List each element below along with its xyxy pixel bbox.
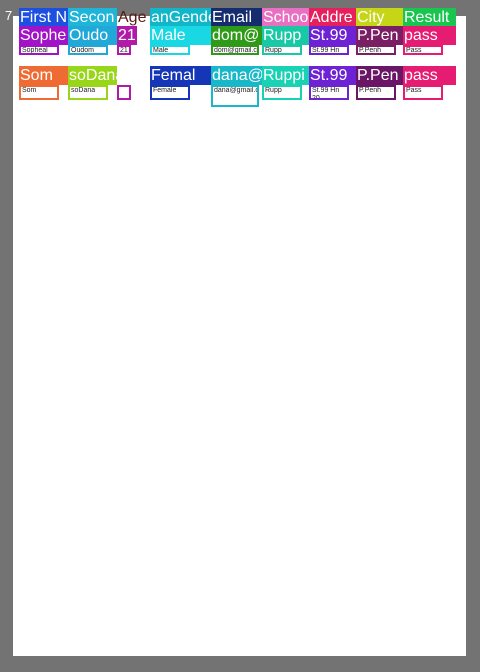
cell-school-value: Rupp (262, 85, 302, 100)
header-first_name: First N (19, 8, 68, 27)
header-address: Addre (309, 8, 356, 27)
header-gender: anGende (150, 8, 211, 27)
header-school: Schoo (262, 8, 309, 27)
cell-address-label: St.99 (309, 26, 356, 45)
cell-gender-value: Male (150, 45, 190, 55)
cell-email-value: dom@gmail.c (211, 45, 259, 55)
cell-result-value: Pass (403, 85, 443, 100)
cell-city-value: P.Penh (356, 45, 396, 55)
cell-school-label: Ruppi (262, 66, 309, 85)
cell-result-value: Pass (403, 45, 443, 55)
header-email: Email (211, 8, 262, 27)
cell-first_name-value: Som (19, 85, 59, 100)
cell-email-label: dom@ (211, 26, 262, 45)
cell-first_name-label: Sophe (19, 26, 68, 45)
header-result: Result (403, 8, 456, 27)
cell-result-label: pass (403, 26, 456, 45)
cell-email-value: dana@gmail.com (211, 85, 259, 107)
corner-label: 7 (5, 8, 13, 23)
cell-address-value: St.99 Hn 20 (309, 85, 349, 100)
cell-school-value: Rupp (262, 45, 302, 55)
cell-gender-label: Male (150, 26, 211, 45)
cell-result-label: pass (403, 66, 456, 85)
cell-email-label: dana@ (211, 66, 262, 85)
cell-age-value: 21 (117, 45, 131, 55)
cell-first_name-label: Som (19, 66, 68, 85)
cell-city-label: P.Pen (356, 26, 403, 45)
cell-address-label: St.99 (309, 66, 356, 85)
cell-school-label: Rupp (262, 26, 309, 45)
cell-second_name-label: soDana (68, 66, 117, 85)
header-age: Age (118, 9, 147, 26)
cell-address-value: St.99 Hn 20 (309, 45, 349, 55)
cell-city-value: P.Penh (356, 85, 396, 100)
header-second_name: Secon (68, 8, 117, 27)
document-page (13, 16, 466, 656)
cell-first_name-value: Sopheal (19, 45, 59, 55)
cell-gender-value: Female (150, 85, 190, 100)
cell-second_name-value: soDana (68, 85, 108, 100)
cell-age-label: 21 (117, 26, 137, 45)
cell-age-value (117, 85, 131, 100)
cell-gender-label: Femal (150, 66, 211, 85)
header-city: City (356, 8, 403, 27)
cell-second_name-label: Oudo (68, 26, 117, 45)
cell-city-label: P.Pen (356, 66, 403, 85)
cell-second_name-value: Oudom (68, 45, 108, 55)
